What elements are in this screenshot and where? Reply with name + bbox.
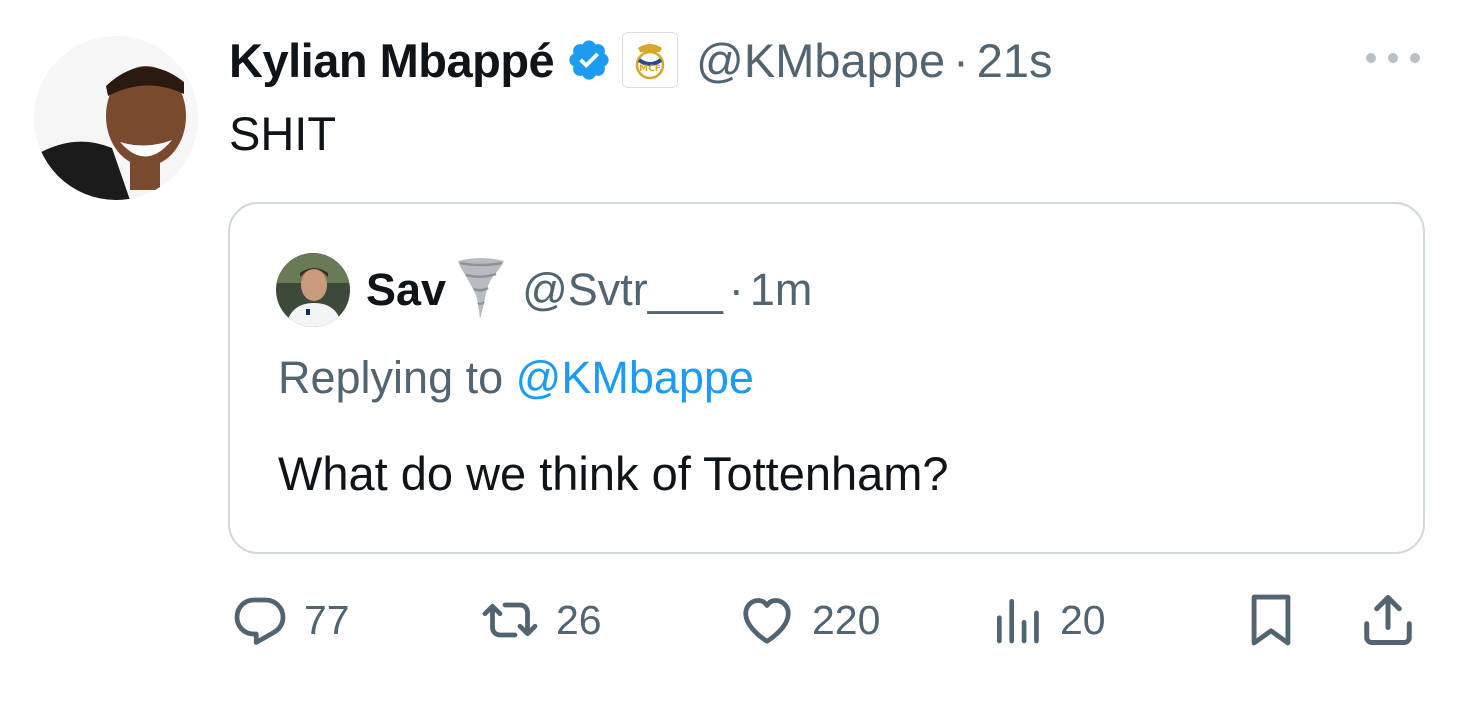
verified-badge-icon[interactable] bbox=[554, 37, 612, 83]
share-button[interactable] bbox=[1358, 588, 1418, 652]
bookmark-button[interactable] bbox=[1242, 588, 1300, 652]
replying-to-label: Replying to bbox=[278, 352, 516, 403]
repost-count: 26 bbox=[556, 596, 602, 643]
more-options-icon[interactable] bbox=[1366, 48, 1420, 68]
author-handle[interactable]: @KMbappe bbox=[696, 33, 945, 88]
real-madrid-crest-icon[interactable]: MCF bbox=[622, 32, 679, 88]
quoted-tweet-header: Sav @Svtr___ · 1m bbox=[276, 250, 812, 330]
quoted-author-avatar[interactable] bbox=[276, 253, 350, 327]
repost-icon bbox=[482, 602, 538, 638]
view-count: 20 bbox=[1060, 596, 1106, 643]
quoted-author-display-name[interactable]: Sav bbox=[366, 264, 446, 316]
quoted-tweet-text: What do we think of Tottenham? bbox=[278, 447, 949, 500]
quoted-author-handle[interactable]: @Svtr___ bbox=[522, 264, 723, 316]
like-button[interactable]: 220 bbox=[736, 588, 880, 652]
like-count: 220 bbox=[812, 596, 881, 643]
repost-button[interactable]: 26 bbox=[478, 588, 602, 652]
share-icon bbox=[1364, 595, 1412, 645]
views-chart-icon bbox=[997, 599, 1039, 644]
reply-icon bbox=[234, 597, 286, 645]
author-avatar[interactable] bbox=[34, 36, 198, 200]
tornado-icon bbox=[446, 255, 508, 325]
tweet-text: SHIT bbox=[229, 107, 337, 160]
tweet-timestamp[interactable]: 21s bbox=[977, 33, 1053, 88]
quoted-header-separator: · bbox=[728, 264, 744, 315]
author-display-name[interactable]: Kylian Mbappé bbox=[229, 33, 555, 88]
tweet-header: Kylian Mbappé MCF @KMbappe · 21s bbox=[229, 28, 1053, 92]
replying-to-mention[interactable]: @KMbappe bbox=[516, 352, 754, 403]
reply-count: 77 bbox=[304, 596, 350, 643]
bookmark-icon bbox=[1251, 594, 1291, 646]
replying-to: Replying to @KMbappe bbox=[278, 352, 754, 404]
reply-button[interactable]: 77 bbox=[230, 588, 350, 652]
views-button[interactable]: 20 bbox=[990, 588, 1106, 652]
svg-text:MCF: MCF bbox=[639, 64, 661, 74]
header-separator: · bbox=[953, 33, 969, 87]
heart-icon bbox=[743, 598, 791, 644]
quoted-tweet[interactable]: Sav @Svtr___ · 1m Replying to @KMbappe W… bbox=[228, 202, 1425, 554]
tweet-action-bar: 77 26 220 20 bbox=[230, 588, 1422, 652]
quoted-tweet-timestamp[interactable]: 1m bbox=[750, 264, 813, 316]
